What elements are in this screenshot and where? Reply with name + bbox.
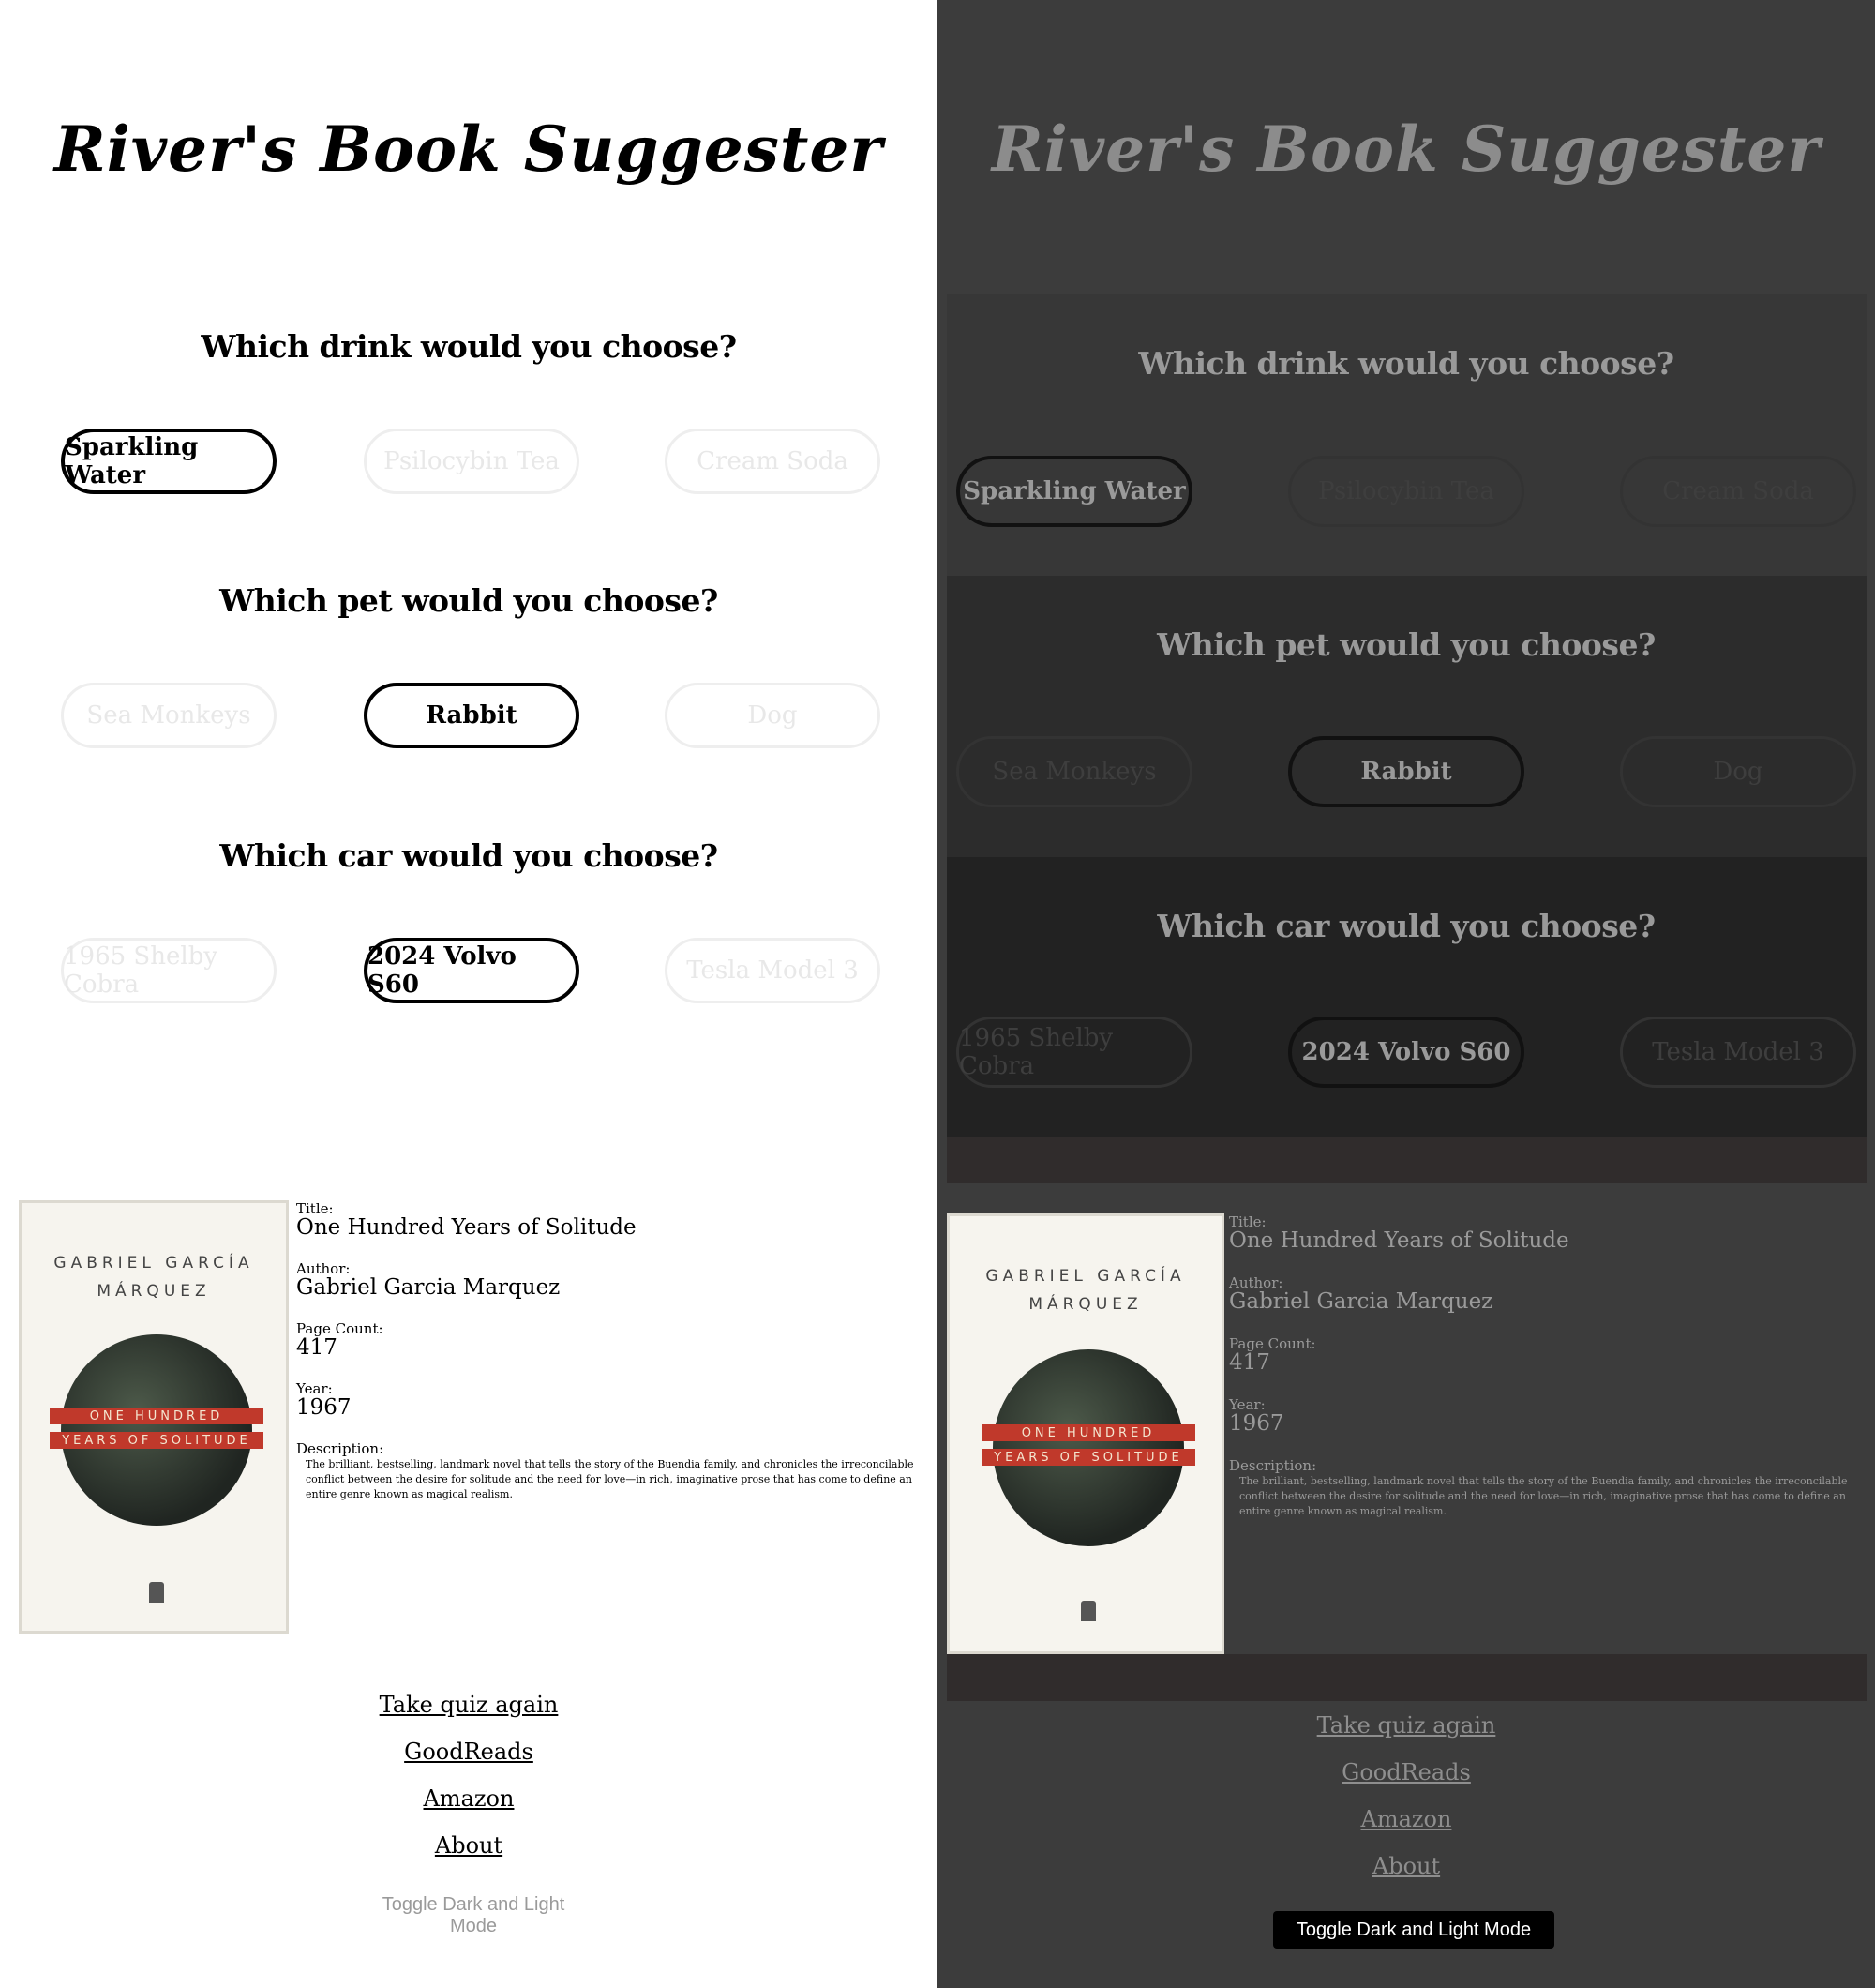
book-title: One Hundred Years of Solitude bbox=[296, 1215, 637, 1240]
book-cover-image: GABRIEL GARCÍA MÁRQUEZ ONE HUNDRED YEARS… bbox=[947, 1213, 1224, 1654]
option-cream-soda[interactable]: Cream Soda bbox=[665, 429, 880, 494]
cover-band-1: ONE HUNDRED bbox=[50, 1408, 263, 1424]
book-author: Gabriel Garcia Marquez bbox=[296, 1275, 561, 1300]
book-title: One Hundred Years of Solitude bbox=[1229, 1228, 1569, 1253]
toggle-mode-button[interactable]: Toggle Dark and Light Mode bbox=[356, 1894, 591, 1937]
option-sparkling-water[interactable]: Sparkling Water bbox=[956, 456, 1192, 527]
book-page-count: 417 bbox=[1229, 1350, 1270, 1375]
book-year: 1967 bbox=[296, 1395, 352, 1420]
question-block-pet bbox=[947, 576, 1868, 857]
take-quiz-again-link[interactable]: Take quiz again bbox=[0, 1692, 938, 1718]
goodreads-link[interactable]: GoodReads bbox=[0, 1739, 938, 1765]
question-car: Which car would you choose? bbox=[1157, 908, 1656, 944]
option-tesla-model-3[interactable]: Tesla Model 3 bbox=[1620, 1017, 1856, 1088]
book-author: Gabriel Garcia Marquez bbox=[1229, 1289, 1493, 1314]
take-quiz-again-link[interactable]: Take quiz again bbox=[938, 1712, 1875, 1739]
site-title: River's Book Suggester bbox=[991, 113, 1822, 186]
question-drink: Which drink would you choose? bbox=[201, 328, 737, 365]
about-link[interactable]: About bbox=[0, 1832, 938, 1859]
option-psilocybin-tea[interactable]: Psilocybin Tea bbox=[1288, 456, 1524, 527]
section-divider bbox=[947, 1654, 1868, 1701]
cover-band-2: YEARS OF SOLITUDE bbox=[982, 1449, 1195, 1466]
question-drink: Which drink would you choose? bbox=[1138, 345, 1674, 382]
option-sea-monkeys[interactable]: Sea Monkeys bbox=[956, 736, 1192, 807]
cover-illustration bbox=[993, 1349, 1184, 1546]
cover-author-line-2: MÁRQUEZ bbox=[97, 1282, 211, 1301]
option-rabbit[interactable]: Rabbit bbox=[1288, 736, 1524, 807]
book-page-count: 417 bbox=[296, 1335, 338, 1360]
description-label: Description: bbox=[1229, 1457, 1317, 1474]
publisher-emblem-icon bbox=[1081, 1601, 1096, 1621]
option-volvo-s60[interactable]: 2024 Volvo S60 bbox=[364, 938, 579, 1003]
section-divider bbox=[947, 1137, 1868, 1183]
option-sparkling-water[interactable]: Sparkling Water bbox=[61, 429, 277, 494]
option-shelby-cobra[interactable]: 1965 Shelby Cobra bbox=[956, 1017, 1192, 1088]
option-rabbit[interactable]: Rabbit bbox=[364, 683, 579, 748]
site-title: River's Book Suggester bbox=[53, 113, 884, 186]
option-shelby-cobra[interactable]: 1965 Shelby Cobra bbox=[61, 938, 277, 1003]
publisher-emblem-icon bbox=[149, 1582, 164, 1603]
amazon-link[interactable]: Amazon bbox=[938, 1806, 1875, 1832]
book-description: The brilliant, bestselling, landmark nov… bbox=[306, 1458, 914, 1500]
toggle-mode-button[interactable]: Toggle Dark and Light Mode bbox=[1273, 1911, 1554, 1949]
dark-mode-panel: River's Book Suggester Which drink would… bbox=[938, 0, 1875, 1988]
cover-band-1: ONE HUNDRED bbox=[982, 1424, 1195, 1441]
option-tesla-model-3[interactable]: Tesla Model 3 bbox=[665, 938, 880, 1003]
option-cream-soda[interactable]: Cream Soda bbox=[1620, 456, 1856, 527]
goodreads-link[interactable]: GoodReads bbox=[938, 1759, 1875, 1785]
book-year: 1967 bbox=[1229, 1411, 1284, 1436]
question-block-car bbox=[947, 857, 1868, 1138]
cover-illustration bbox=[61, 1334, 252, 1526]
question-car: Which car would you choose? bbox=[219, 837, 718, 874]
question-pet: Which pet would you choose? bbox=[1157, 626, 1656, 663]
light-mode-panel: River's Book Suggester Which drink would… bbox=[0, 0, 938, 1988]
cover-author-line-1: GABRIEL GARCÍA bbox=[53, 1254, 254, 1273]
amazon-link[interactable]: Amazon bbox=[0, 1785, 938, 1812]
book-description: The brilliant, bestselling, landmark nov… bbox=[1239, 1475, 1848, 1517]
option-volvo-s60[interactable]: 2024 Volvo S60 bbox=[1288, 1017, 1524, 1088]
about-link[interactable]: About bbox=[938, 1853, 1875, 1879]
book-cover-image: GABRIEL GARCÍA MÁRQUEZ ONE HUNDRED YEARS… bbox=[19, 1200, 289, 1634]
cover-author-line-1: GABRIEL GARCÍA bbox=[985, 1267, 1186, 1286]
cover-band-2: YEARS OF SOLITUDE bbox=[50, 1432, 263, 1449]
option-sea-monkeys[interactable]: Sea Monkeys bbox=[61, 683, 277, 748]
question-block-drink bbox=[947, 294, 1868, 576]
question-pet: Which pet would you choose? bbox=[219, 582, 718, 619]
option-dog[interactable]: Dog bbox=[665, 683, 880, 748]
option-dog[interactable]: Dog bbox=[1620, 736, 1856, 807]
option-psilocybin-tea[interactable]: Psilocybin Tea bbox=[364, 429, 579, 494]
cover-author-line-2: MÁRQUEZ bbox=[1028, 1295, 1143, 1314]
description-label: Description: bbox=[296, 1440, 384, 1457]
